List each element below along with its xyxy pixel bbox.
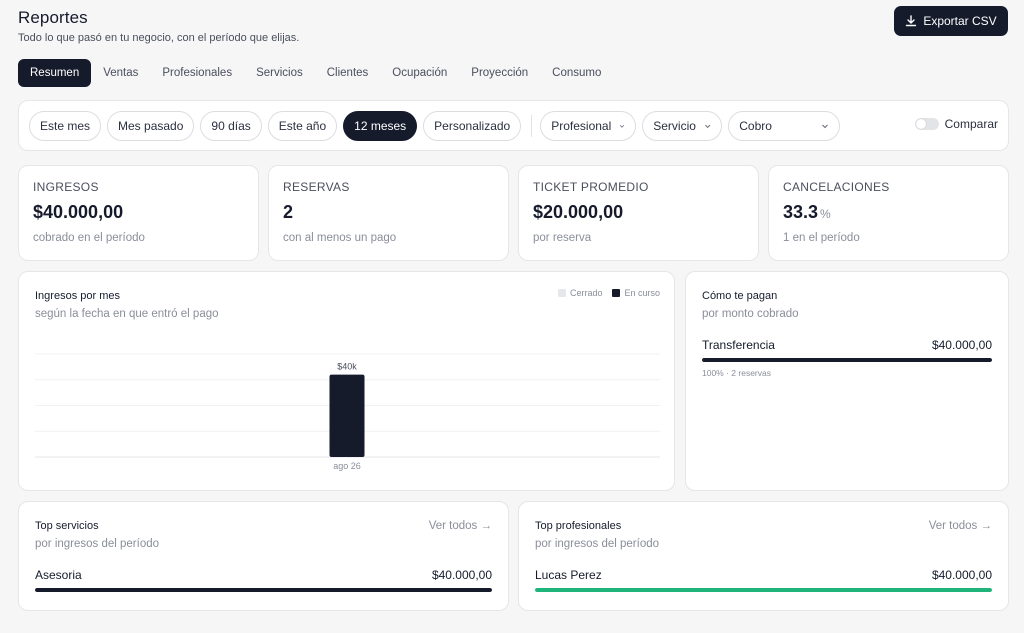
- kpi-number: $20.000,00: [533, 202, 624, 222]
- top-services-card: Top servicios por ingresos del período V…: [18, 501, 509, 611]
- compare-control: Comparar: [914, 117, 998, 131]
- kpi-number: $40.000,00: [33, 202, 124, 222]
- kpi-caption: por reserva: [533, 232, 592, 244]
- payment-share-fill: [702, 358, 992, 362]
- kpi-value: $40.000,00: [33, 202, 244, 223]
- kpi-value: 33.3%: [783, 202, 994, 223]
- tab-clientes[interactable]: Clientes: [315, 59, 381, 87]
- cobro-dropdown-label: Cobro: [739, 118, 772, 133]
- kpi-label: INGRESOS: [33, 180, 99, 194]
- export-csv-button[interactable]: Exportar CSV: [894, 6, 1008, 36]
- top-services-title: Top servicios: [35, 520, 99, 532]
- legend-label-cerrado: Cerrado: [569, 288, 603, 298]
- income-chart-card: Ingresos por mes según la fecha en que e…: [18, 271, 675, 491]
- profesional-dropdown-label: Profesional: [551, 118, 612, 133]
- tab-profesionales[interactable]: Profesionales: [150, 59, 244, 87]
- legend-en-curso: En curso: [612, 288, 660, 298]
- chevron-down-icon: [620, 124, 625, 128]
- kpi-ticket-promedio: TICKET PROMEDIO $20.000,00 por reserva: [518, 165, 759, 261]
- compare-toggle[interactable]: [914, 118, 939, 130]
- download-icon: [906, 15, 917, 27]
- period-12-meses[interactable]: 12 meses: [343, 110, 418, 141]
- payment-method-detail: 100% · 2 reservas: [702, 368, 771, 378]
- tab-proyeccion[interactable]: Proyección: [459, 59, 540, 87]
- service-share-bar: [35, 588, 492, 592]
- top-services-subtitle: por ingresos del período: [35, 538, 160, 550]
- report-tabs: Resumen Ventas Profesionales Servicios C…: [18, 59, 613, 87]
- service-amount: $40.000,00: [431, 568, 492, 582]
- kpi-caption: con al menos un pago: [283, 232, 397, 244]
- cobro-dropdown[interactable]: Cobro: [728, 110, 841, 141]
- tab-consumo[interactable]: Consumo: [540, 59, 613, 87]
- servicio-dropdown[interactable]: Servicio: [642, 110, 723, 141]
- period-90-dias[interactable]: 90 días: [200, 110, 262, 141]
- payment-share-bar: [702, 358, 992, 362]
- period-personalizado[interactable]: Personalizado: [423, 110, 522, 141]
- service-row: Asesoria $40.000,00: [35, 568, 492, 592]
- payment-row-header: Transferencia $40.000,00: [702, 338, 992, 352]
- service-name: Asesoria: [35, 568, 82, 582]
- top-professionals-card: Top profesionales por ingresos del perío…: [518, 501, 1009, 611]
- chart-bar[interactable]: [329, 374, 365, 457]
- professional-share-fill: [535, 588, 992, 592]
- service-share-fill: [35, 588, 492, 592]
- kpi-number: 2: [283, 202, 294, 222]
- top-services-view-all-link[interactable]: Ver todos →: [429, 520, 492, 532]
- professional-row-header: Lucas Perez $40.000,00: [535, 568, 992, 582]
- payment-method-amount: $40.000,00: [931, 338, 992, 352]
- export-csv-label: Exportar CSV: [923, 14, 997, 28]
- legend-label-en-curso: En curso: [624, 288, 660, 298]
- compare-label: Comparar: [944, 117, 998, 131]
- payments-subtitle: por monto cobrado: [702, 308, 799, 320]
- page-subtitle: Todo lo que pasó en tu negocio, con el p…: [18, 32, 300, 44]
- tab-ocupacion[interactable]: Ocupación: [380, 59, 459, 87]
- chevron-down-icon: [704, 124, 711, 128]
- top-professionals-subtitle: por ingresos del período: [535, 538, 660, 550]
- service-row-header: Asesoria $40.000,00: [35, 568, 492, 582]
- top-professionals-title: Top profesionales: [535, 520, 622, 532]
- tab-servicios[interactable]: Servicios: [244, 59, 315, 87]
- kpi-caption: 1 en el período: [783, 232, 860, 244]
- payment-method-name: Transferencia: [702, 338, 775, 352]
- kpi-cancelaciones: CANCELACIONES 33.3% 1 en el período: [768, 165, 1009, 261]
- profesional-dropdown[interactable]: Profesional: [540, 110, 637, 141]
- income-bar-chart: $40k ago 26: [35, 353, 660, 471]
- professional-name: Lucas Perez: [535, 568, 602, 582]
- tab-ventas[interactable]: Ventas: [91, 59, 150, 87]
- kpi-number: 33.3: [783, 202, 819, 222]
- kpi-unit: %: [820, 207, 831, 221]
- professional-amount: $40.000,00: [931, 568, 992, 582]
- legend-swatch-cerrado: [557, 289, 566, 297]
- kpi-label: RESERVAS: [283, 180, 350, 194]
- chevron-down-icon: [822, 124, 829, 128]
- legend-cerrado: Cerrado: [557, 288, 603, 298]
- kpi-value: $20.000,00: [533, 202, 744, 223]
- professional-row: Lucas Perez $40.000,00: [535, 568, 992, 592]
- chart-data-label: $40k: [337, 362, 357, 372]
- page-header: Reportes Todo lo que pasó en tu negocio,…: [18, 6, 1008, 48]
- payment-row: Transferencia $40.000,00 100% · 2 reserv…: [702, 338, 992, 378]
- filter-bar: Este mes Mes pasado 90 días Este año 12 …: [18, 100, 1009, 151]
- kpi-value: 2: [283, 202, 494, 223]
- professional-share-bar: [535, 588, 992, 592]
- kpi-ingresos: INGRESOS $40.000,00 cobrado en el períod…: [18, 165, 259, 261]
- kpi-label: CANCELACIONES: [783, 180, 890, 194]
- payments-card: Cómo te pagan por monto cobrado Transfer…: [685, 271, 1009, 491]
- tab-resumen[interactable]: Resumen: [18, 59, 92, 87]
- payments-title: Cómo te pagan: [702, 290, 778, 302]
- page-title: Reportes: [18, 8, 88, 27]
- period-este-ano[interactable]: Este año: [267, 110, 338, 141]
- filter-divider: [531, 114, 533, 137]
- legend-swatch-en-curso: [612, 289, 621, 297]
- period-mes-pasado[interactable]: Mes pasado: [107, 110, 195, 141]
- top-professionals-view-all-link[interactable]: Ver todos →: [929, 520, 992, 532]
- kpi-caption: cobrado en el período: [33, 232, 145, 244]
- kpi-reservas: RESERVAS 2 con al menos un pago: [268, 165, 509, 261]
- chart-tick-label: ago 26: [333, 461, 361, 471]
- chart-legend: Cerrado En curso: [557, 288, 660, 298]
- kpi-label: TICKET PROMEDIO: [533, 180, 649, 194]
- servicio-dropdown-label: Servicio: [653, 118, 696, 133]
- period-este-mes[interactable]: Este mes: [29, 110, 102, 141]
- income-chart-subtitle: según la fecha en que entró el pago: [35, 308, 219, 320]
